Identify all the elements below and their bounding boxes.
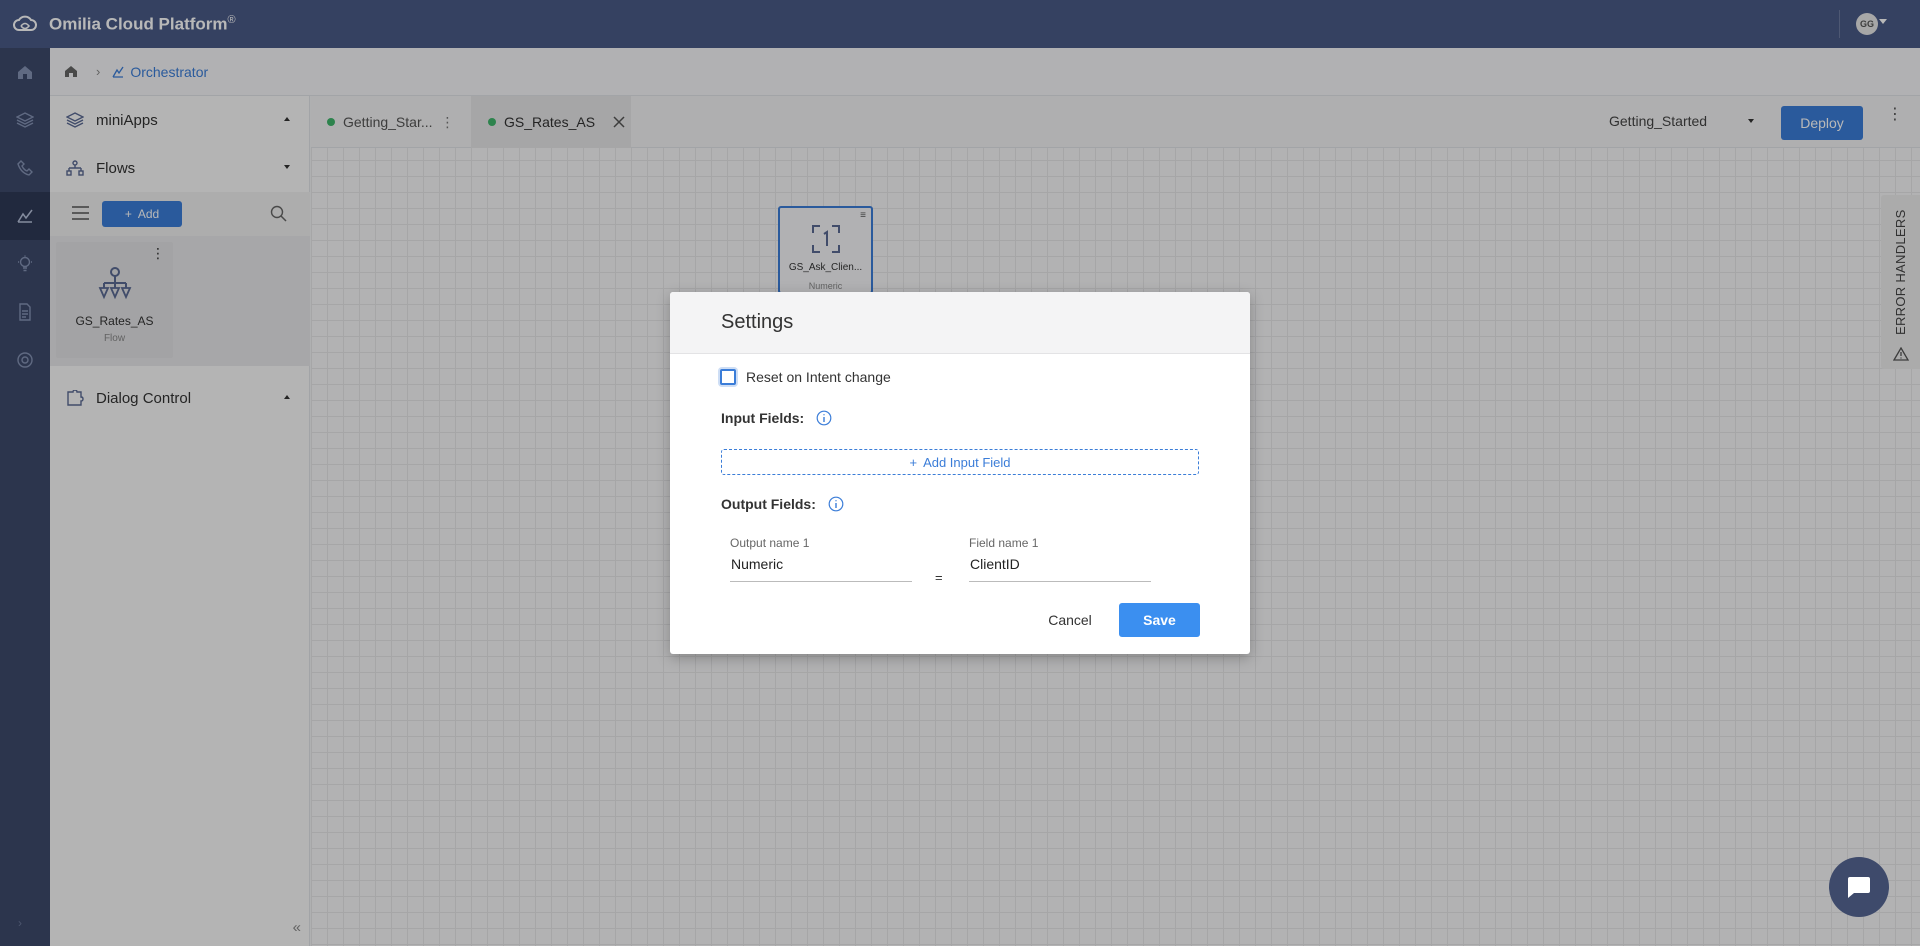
output-name-input[interactable]: Numeric	[730, 556, 912, 582]
cancel-button[interactable]: Cancel	[1040, 604, 1100, 636]
settings-dialog: Settings Reset on Intent change Input Fi…	[670, 292, 1250, 654]
info-icon[interactable]	[816, 410, 832, 426]
field-name-field[interactable]: Field name 1 ClientID	[969, 536, 1151, 582]
output-name-label: Output name 1	[730, 536, 810, 550]
field-name-input[interactable]: ClientID	[969, 556, 1151, 582]
reset-on-intent-row[interactable]: Reset on Intent change	[720, 369, 891, 385]
add-input-field-button[interactable]: + Add Input Field	[721, 449, 1199, 475]
equals-sign: =	[935, 570, 943, 585]
reset-on-intent-checkbox[interactable]	[720, 369, 736, 385]
input-fields-heading: Input Fields:	[721, 410, 832, 426]
output-fields-heading: Output Fields:	[721, 496, 844, 512]
output-name-field[interactable]: Output name 1 Numeric	[730, 536, 912, 582]
save-button[interactable]: Save	[1119, 603, 1200, 637]
plus-icon: +	[909, 454, 918, 470]
info-icon[interactable]	[828, 496, 844, 512]
reset-on-intent-label[interactable]: Reset on Intent change	[746, 369, 891, 385]
chat-support-button[interactable]	[1829, 857, 1889, 917]
chat-icon	[1848, 877, 1870, 898]
field-name-label: Field name 1	[969, 536, 1039, 550]
dialog-title: Settings	[670, 292, 1250, 354]
